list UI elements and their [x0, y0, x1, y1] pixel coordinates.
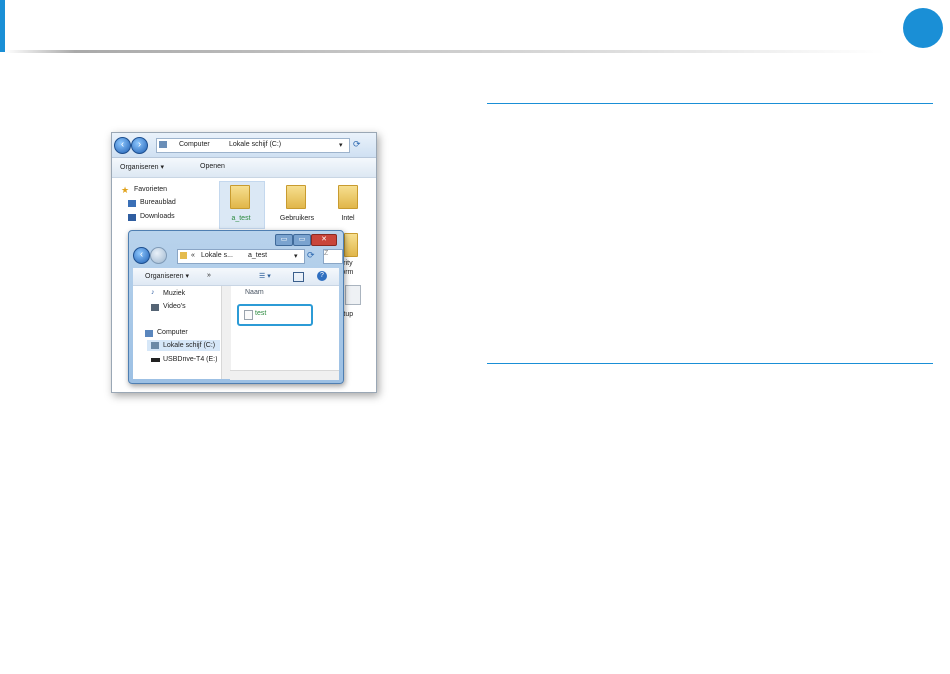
- chapter-badge: [903, 8, 943, 48]
- section-rule-bottom: [487, 363, 933, 364]
- address-box[interactable]: Computer Lokale schijf (C:) ▾: [156, 138, 350, 153]
- view-icon[interactable]: ☰ ▾: [259, 272, 271, 280]
- address-bar: ‹ › Computer Lokale schijf (C:) ▾ ⟳: [112, 133, 376, 158]
- downloads-icon: [128, 214, 136, 221]
- drive-icon: [151, 342, 159, 349]
- minimize-button[interactable]: ▭: [275, 234, 293, 246]
- toolbar: Organiseren ▾ Openen: [112, 158, 376, 178]
- file-icon: [244, 310, 253, 320]
- preview-pane-icon[interactable]: [293, 272, 304, 282]
- breadcrumb-a-test[interactable]: a_test: [248, 252, 267, 259]
- vertical-scrollbar[interactable]: [221, 286, 231, 379]
- folder-icon: [230, 185, 250, 209]
- breadcrumb-overflow[interactable]: «: [191, 252, 195, 259]
- chevron-down-icon[interactable]: ▾: [294, 252, 298, 260]
- folder-icon: [338, 185, 358, 209]
- maximize-button[interactable]: ▭: [293, 234, 311, 246]
- breadcrumb-computer[interactable]: Computer: [179, 141, 210, 148]
- breadcrumb-drive[interactable]: Lokale s...: [201, 252, 233, 259]
- column-header-name[interactable]: Naam: [245, 289, 264, 296]
- star-icon: ★: [121, 185, 130, 195]
- usb-drive-icon: [151, 358, 160, 362]
- explorer-screenshot: ‹ › Computer Lokale schijf (C:) ▾ ⟳ Orga…: [111, 132, 377, 393]
- desktop-icon: [128, 200, 136, 207]
- section-rule-top: [487, 103, 933, 104]
- nav-usb-drive[interactable]: USBDrive-T4 (E:): [163, 356, 221, 363]
- organize-button[interactable]: Organiseren ▾: [145, 272, 189, 280]
- refresh-icon[interactable]: ⟳: [353, 139, 361, 150]
- back-button[interactable]: ‹: [133, 247, 150, 264]
- address-box[interactable]: « Lokale s... a_test ▾: [177, 249, 305, 264]
- help-icon[interactable]: ?: [317, 271, 327, 281]
- back-button[interactable]: ‹: [114, 137, 131, 154]
- file-test[interactable]: test: [255, 310, 266, 317]
- search-input[interactable]: Z: [323, 249, 343, 264]
- open-button[interactable]: Openen: [200, 163, 225, 170]
- folder-label-users: Gebruikers: [279, 215, 315, 222]
- folder-icon: [286, 185, 306, 209]
- folder-icon: [180, 252, 187, 259]
- organize-button[interactable]: Organiseren ▾: [120, 163, 164, 171]
- content-area: ♪ Muziek Video's Computer Lokale schijf …: [133, 286, 339, 380]
- computer-icon: [145, 330, 153, 337]
- nav-music[interactable]: Muziek: [163, 290, 185, 297]
- more-button[interactable]: »: [207, 272, 211, 279]
- horizontal-scrollbar[interactable]: [230, 370, 339, 380]
- nav-desktop[interactable]: Bureaublad: [140, 199, 176, 206]
- music-icon: ♪: [151, 289, 155, 296]
- refresh-icon[interactable]: ⟳: [307, 250, 315, 261]
- nav-downloads[interactable]: Downloads: [140, 213, 175, 220]
- setup-file-icon: [345, 285, 361, 305]
- breadcrumb-drive[interactable]: Lokale schijf (C:): [229, 141, 281, 148]
- forward-button[interactable]: [150, 247, 167, 264]
- header-divider: [5, 50, 885, 53]
- forward-button[interactable]: ›: [131, 137, 148, 154]
- nav-videos[interactable]: Video's: [163, 303, 186, 310]
- folder-icon: [344, 233, 358, 257]
- folder-label-intel: Intel: [341, 215, 355, 222]
- nav-local-disk[interactable]: Lokale schijf (C:): [163, 342, 215, 349]
- folder-label-a-test: a_test: [231, 215, 251, 222]
- chevron-down-icon[interactable]: ▾: [339, 141, 343, 149]
- close-button[interactable]: ✕: [311, 234, 337, 246]
- nav-favorites[interactable]: Favorieten: [134, 186, 167, 193]
- a-test-window: ▭ ▭ ✕ ‹ « Lokale s... a_test ▾ ⟳ Z Organ…: [128, 230, 344, 384]
- nav-computer[interactable]: Computer: [157, 329, 188, 336]
- video-icon: [151, 304, 159, 311]
- toolbar: Organiseren ▾ » ☰ ▾ ?: [133, 268, 339, 286]
- left-accent-bar: [0, 0, 5, 52]
- drive-icon: [159, 141, 167, 148]
